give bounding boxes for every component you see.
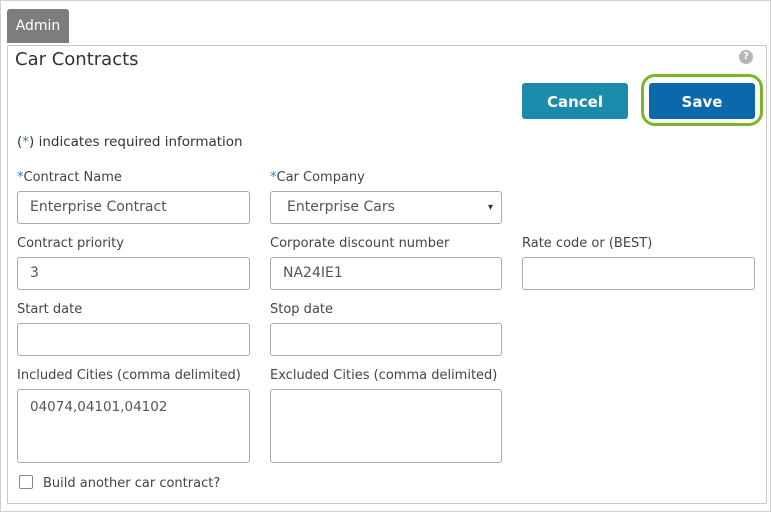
included-cities-label: Included Cities (comma delimited) bbox=[17, 368, 241, 383]
save-button[interactable]: Save bbox=[649, 83, 755, 119]
stop-date-input[interactable] bbox=[270, 323, 502, 356]
excluded-cities-label: Excluded Cities (comma delimited) bbox=[270, 368, 498, 383]
car-company-label: *Car Company bbox=[270, 170, 365, 185]
build-another-checkbox[interactable] bbox=[19, 475, 33, 489]
start-date-input[interactable] bbox=[17, 323, 250, 356]
car-company-value: Enterprise Cars bbox=[287, 199, 395, 215]
included-cities-textarea[interactable]: 04074,04101,04102 bbox=[17, 389, 250, 463]
contract-priority-label: Contract priority bbox=[17, 236, 124, 251]
rate-code-label: Rate code or (BEST) bbox=[522, 236, 653, 251]
contract-name-label: *Contract Name bbox=[17, 170, 122, 185]
page-title: Car Contracts bbox=[15, 49, 139, 70]
contract-name-label-text: Contract Name bbox=[23, 170, 122, 185]
car-company-label-text: Car Company bbox=[276, 170, 365, 185]
build-another-label[interactable]: Build another car contract? bbox=[43, 476, 220, 491]
excluded-cities-textarea[interactable] bbox=[270, 389, 502, 463]
cancel-button[interactable]: Cancel bbox=[522, 83, 628, 119]
rate-code-input[interactable] bbox=[522, 257, 755, 290]
contract-priority-input[interactable]: 3 bbox=[17, 257, 250, 290]
required-note-suffix: ) indicates required information bbox=[29, 134, 243, 150]
chevron-down-icon: ▾ bbox=[487, 202, 493, 213]
start-date-label: Start date bbox=[17, 302, 83, 317]
corporate-discount-input[interactable]: NA24IE1 bbox=[270, 257, 502, 290]
admin-tab[interactable]: Admin bbox=[7, 9, 69, 43]
car-company-select[interactable]: Enterprise Cars ▾ bbox=[270, 191, 502, 224]
stop-date-label: Stop date bbox=[270, 302, 334, 317]
corporate-discount-label: Corporate discount number bbox=[270, 236, 450, 251]
help-icon[interactable]: ? bbox=[739, 50, 753, 64]
contract-name-input[interactable]: Enterprise Contract bbox=[17, 191, 250, 224]
required-info-note: (*) indicates required information bbox=[17, 134, 243, 150]
